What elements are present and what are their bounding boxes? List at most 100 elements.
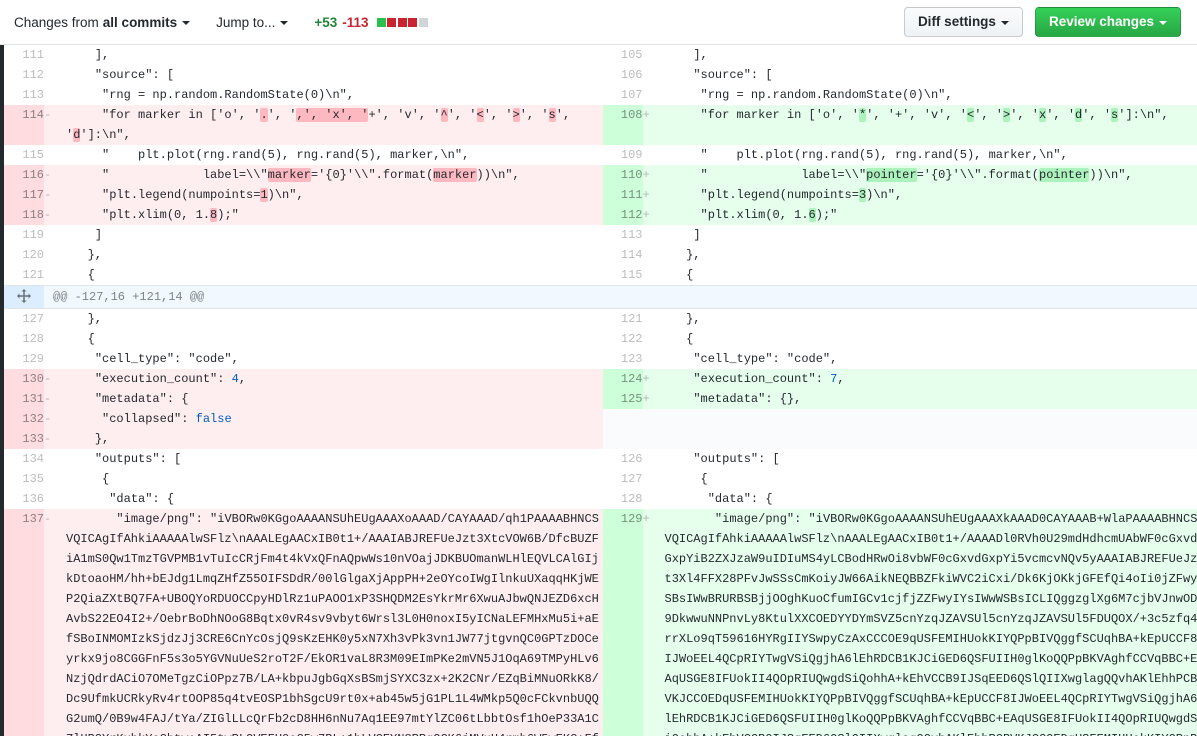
line-number-right[interactable]: 108 xyxy=(602,105,643,145)
line-number-left[interactable]: 121 xyxy=(4,265,44,286)
line-number-right[interactable]: 113 xyxy=(602,225,643,245)
line-number-right[interactable]: 115 xyxy=(602,265,643,286)
line-number-left[interactable]: 127 xyxy=(4,308,44,329)
diffstat[interactable]: +53 -113 xyxy=(314,15,428,30)
line-number-right[interactable]: 128 xyxy=(602,489,643,509)
line-number-right[interactable]: 122 xyxy=(602,329,643,349)
diff-settings-button[interactable]: Diff settings xyxy=(903,6,1023,38)
code-line-left[interactable]: }, xyxy=(66,245,603,265)
line-number-right[interactable]: 109 xyxy=(602,145,643,165)
split-diff-viewer[interactable]: 111 ], 105 ], 112 "source": [106 "source":… xyxy=(0,45,1197,736)
code-line-right[interactable]: "plt.legend(numpoints=3)\n", xyxy=(664,185,1197,205)
line-number-right[interactable]: 105 xyxy=(602,45,643,65)
code-line-right[interactable] xyxy=(664,429,1197,449)
code-line-right[interactable]: "data": { xyxy=(665,489,1197,509)
diff-row: 132- "collapsed": false xyxy=(4,409,1197,429)
line-number-left[interactable]: 137 xyxy=(4,509,44,736)
line-number-left[interactable]: 117 xyxy=(4,185,44,205)
line-number-right[interactable]: 127 xyxy=(602,469,643,489)
line-number-right[interactable]: 124 xyxy=(602,369,643,389)
line-number-right[interactable]: 129 xyxy=(602,509,643,736)
code-line-left[interactable]: "cell_type": "code", xyxy=(66,349,603,369)
line-number-right[interactable]: 126 xyxy=(602,449,643,469)
code-line-right[interactable]: "source": [ xyxy=(665,65,1197,85)
code-line-left[interactable]: "data": { xyxy=(66,489,603,509)
code-line-left[interactable]: "plt.xlim(0, 1.8);" xyxy=(66,205,603,225)
code-line-left[interactable]: "execution_count": 4, xyxy=(66,369,603,389)
code-line-left[interactable]: "collapsed": false xyxy=(66,409,603,429)
code-line-left[interactable]: { xyxy=(66,469,603,489)
line-number-left[interactable]: 131 xyxy=(4,389,44,409)
code-line-right[interactable]: "metadata": {}, xyxy=(664,389,1197,409)
code-line-right[interactable]: " plt.plot(rng.rand(5), rng.rand(5), mar… xyxy=(665,145,1197,165)
jump-to-dropdown[interactable]: Jump to... xyxy=(216,15,289,30)
line-number-left[interactable]: 133 xyxy=(4,429,44,449)
code-line-right[interactable]: }, xyxy=(665,309,1197,330)
code-line-left[interactable]: "source": [ xyxy=(66,65,603,85)
line-number-right[interactable] xyxy=(602,429,643,449)
line-number-left[interactable]: 134 xyxy=(4,449,44,469)
line-number-left[interactable]: 136 xyxy=(4,489,44,509)
code-line-right[interactable]: { xyxy=(665,469,1197,489)
line-number-left[interactable]: 132 xyxy=(4,409,44,429)
code-line-left[interactable]: "metadata": { xyxy=(66,389,603,409)
code-line-right[interactable] xyxy=(664,409,1197,429)
code-line-right[interactable]: "rng = np.random.RandomState(0)\n", xyxy=(665,85,1197,105)
line-number-right[interactable]: 114 xyxy=(602,245,643,265)
line-number-right[interactable]: 107 xyxy=(602,85,643,105)
code-line-right[interactable]: ], xyxy=(665,45,1197,65)
code-line-left[interactable]: ] xyxy=(66,225,603,245)
code-line-left[interactable]: " label=\\"marker='{0}'\\".format(marker… xyxy=(66,165,603,185)
changes-from-dropdown[interactable]: Changes from all commits xyxy=(14,15,191,30)
unfold-icon[interactable] xyxy=(4,285,44,309)
code-line-right[interactable]: "execution_count": 7, xyxy=(664,369,1197,389)
code-line-right[interactable]: "for marker in ['o', '*', '+', 'v', '<',… xyxy=(664,105,1197,145)
line-number-right[interactable]: 112 xyxy=(602,205,643,225)
line-number-right[interactable]: 125 xyxy=(602,389,643,409)
line-number-left[interactable]: 118 xyxy=(4,205,44,225)
code-line-right[interactable]: " label=\\"pointer='{0}'\\".format(point… xyxy=(664,165,1197,185)
line-number-left[interactable]: 112 xyxy=(4,65,44,85)
line-number-left[interactable]: 111 xyxy=(4,45,44,65)
line-number-right[interactable]: 110 xyxy=(602,165,643,185)
review-changes-button[interactable]: Review changes xyxy=(1034,6,1181,38)
code-line-right[interactable]: "plt.xlim(0, 1.6);" xyxy=(664,205,1197,225)
code-line-right[interactable]: "image/png": "iVBORw0KGgoAAAANSUhEUgAAAX… xyxy=(664,509,1197,736)
code-line-right[interactable]: }, xyxy=(665,245,1197,265)
line-number-right[interactable]: 106 xyxy=(602,65,643,85)
line-number-left[interactable]: 113 xyxy=(4,85,44,105)
code-line-left[interactable]: "rng = np.random.RandomState(0)\n", xyxy=(66,85,603,105)
code-line-left[interactable]: "outputs": [ xyxy=(66,449,603,469)
line-number-right[interactable]: 121 xyxy=(602,308,643,329)
line-number-left[interactable]: 128 xyxy=(4,329,44,349)
code-line-right[interactable]: ] xyxy=(665,225,1197,245)
code-line-left[interactable]: " plt.plot(rng.rand(5), rng.rand(5), mar… xyxy=(66,145,603,165)
line-number-right[interactable] xyxy=(602,409,643,429)
code-line-right[interactable]: { xyxy=(665,265,1197,286)
line-number-right[interactable]: 111 xyxy=(602,185,643,205)
line-number-left[interactable]: 120 xyxy=(4,245,44,265)
code-line-left[interactable]: { xyxy=(66,329,603,349)
diff-marker-right: + xyxy=(642,369,665,389)
code-line-left[interactable]: ], xyxy=(66,45,603,65)
code-line-right[interactable]: "outputs": [ xyxy=(665,449,1197,469)
line-number-left[interactable]: 135 xyxy=(4,469,44,489)
code-line-right[interactable]: "cell_type": "code", xyxy=(665,349,1197,369)
code-line-left[interactable]: }, xyxy=(66,309,603,330)
line-number-left[interactable]: 115 xyxy=(4,145,44,165)
diff-settings-label: Diff settings xyxy=(917,13,996,29)
code-line-left[interactable]: { xyxy=(66,265,603,286)
line-number-left[interactable]: 119 xyxy=(4,225,44,245)
code-line-left[interactable]: "image/png": "iVBORw0KGgoAAAANSUhEUgAAAX… xyxy=(66,509,603,736)
line-number-right[interactable]: 123 xyxy=(602,349,643,369)
line-number-left[interactable]: 114 xyxy=(4,105,44,145)
code-line-left[interactable]: "plt.legend(numpoints=1)\n", xyxy=(66,185,603,205)
diff-row: 136 "data": {128 "data": { xyxy=(4,489,1197,509)
code-line-left[interactable]: }, xyxy=(66,429,603,449)
line-number-left[interactable]: 129 xyxy=(4,349,44,369)
line-number-left[interactable]: 130 xyxy=(4,369,44,389)
code-line-right[interactable]: { xyxy=(665,329,1197,349)
diff-marker-right xyxy=(643,225,665,245)
line-number-left[interactable]: 116 xyxy=(4,165,44,185)
code-line-left[interactable]: "for marker in ['o', '.', ',', 'x', '+',… xyxy=(66,105,603,145)
